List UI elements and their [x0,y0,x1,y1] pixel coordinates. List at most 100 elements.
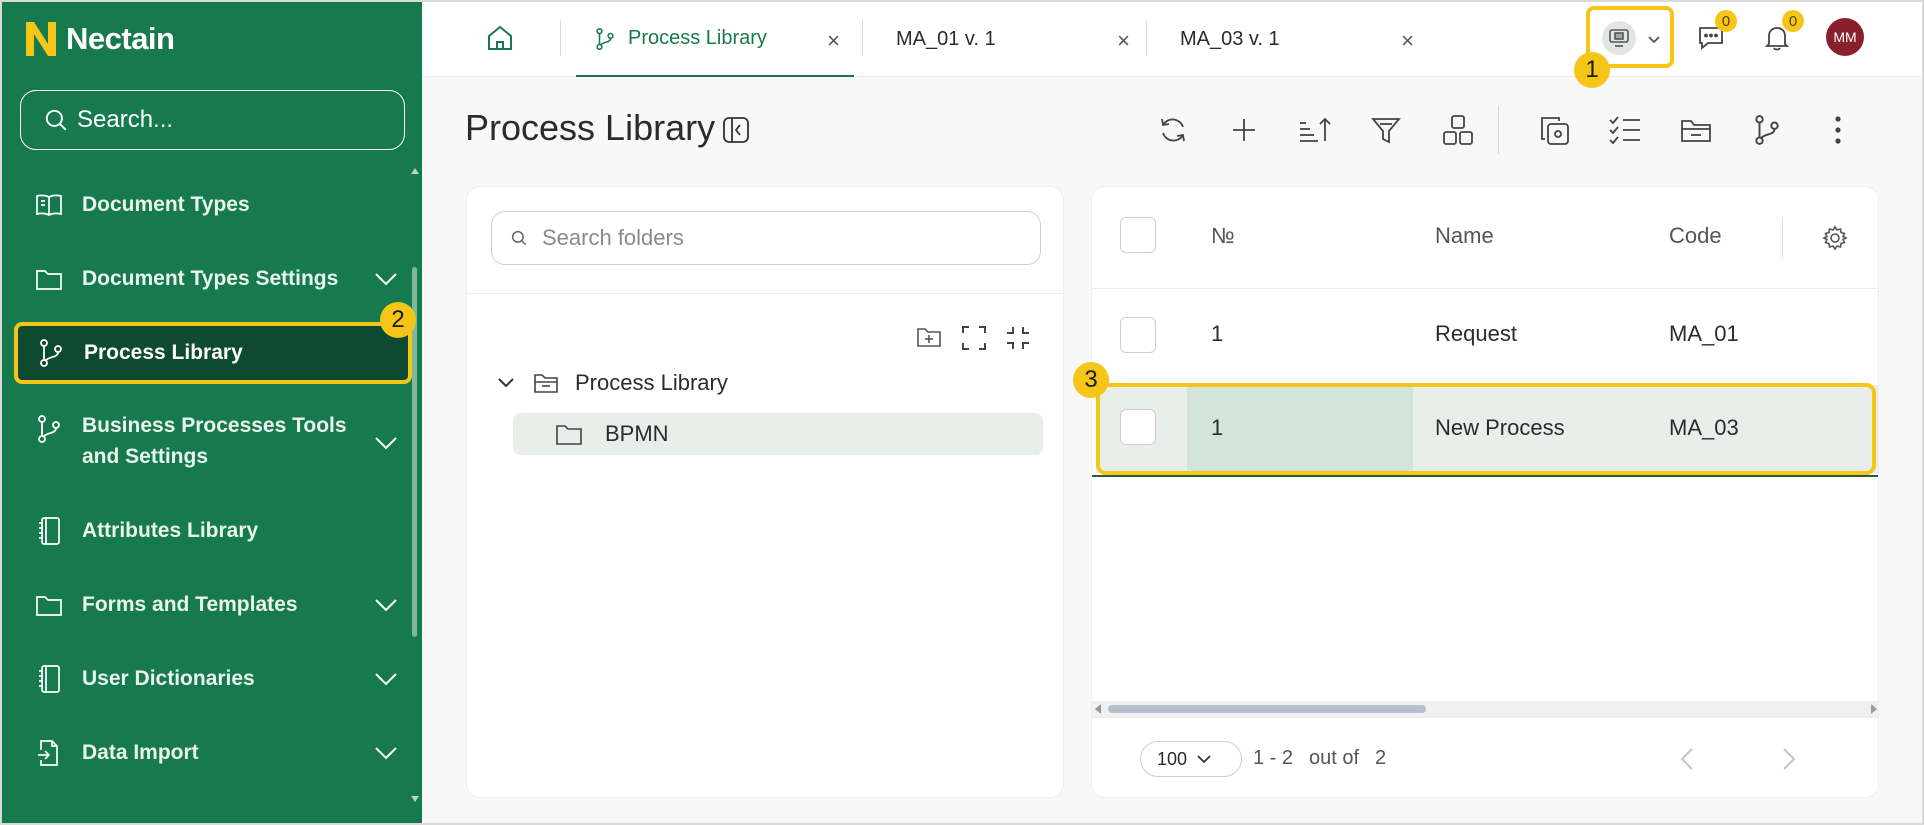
tree-node-root[interactable]: Process Library [497,367,728,399]
sort-ascending-icon [1300,117,1331,142]
collapse-icon[interactable] [1005,325,1031,351]
column-header-number[interactable]: № [1211,223,1235,249]
file-import-icon [34,738,64,768]
tree-node-label: Process Library [575,370,728,395]
git-branch-icon [34,414,64,444]
checklist-icon [1609,116,1640,145]
chevron-down-icon [1648,36,1660,44]
branch-button[interactable] [1749,112,1785,148]
tab-process-library[interactable]: Process Library × [576,2,854,77]
notebook-icon [34,664,64,694]
avatar[interactable]: MM [1826,18,1864,56]
sidebar-item-process-library[interactable]: Process Library [14,322,412,384]
close-icon[interactable]: × [1117,28,1130,54]
callout-marker-2: 2 [380,302,416,338]
previous-page-icon[interactable] [1680,747,1694,771]
sidebar-item-document-types[interactable]: Document Types [16,182,408,228]
git-branch-icon [1755,115,1779,145]
scroll-up-arrow[interactable] [411,168,419,174]
sidebar-collapse-icon[interactable] [721,115,751,145]
more-vertical-icon [1835,116,1841,144]
scrollbar-thumb[interactable] [1108,705,1426,713]
process-table: № Name Code 1 Request MA_01 1 New Proces… [1091,186,1879,798]
sidebar-item-label: Process Library [84,341,243,364]
brand[interactable]: Nectain [24,20,175,58]
tab-ma03[interactable]: MA_03 v. 1 × [1158,2,1428,77]
nectain-logo-icon [26,22,56,56]
chevron-down-icon[interactable] [497,377,515,389]
tree-node-bpmn[interactable]: BPMN [555,418,669,450]
sidebar-item-label: Business Processes Tools [82,414,347,437]
chevron-down-icon [1197,754,1211,763]
folder-search-placeholder: Search folders [542,225,684,250]
tab-ma01[interactable]: MA_01 v. 1 × [874,2,1144,77]
folder-panel: Search folders Process Library BPMN [466,186,1065,798]
refresh-button[interactable] [1155,112,1191,148]
sort-button[interactable] [1297,112,1333,148]
row-divider [1092,475,1878,477]
sidebar: Nectain Search... Document Types Documen… [2,2,422,823]
column-header-name[interactable]: Name [1435,223,1494,249]
tab-label: Process Library [628,27,767,49]
row-checkbox[interactable] [1120,317,1156,353]
sidebar-item-data-import[interactable]: Data Import [16,730,408,776]
scroll-down-arrow[interactable] [411,796,419,802]
checklist-button[interactable] [1607,112,1643,148]
tab-label: MA_03 v. 1 [1180,28,1280,50]
callout-marker-1: 1 [1574,52,1610,88]
sidebar-item-label: Document Types Settings [82,267,339,290]
sidebar-item-label: Attributes Library [82,519,259,542]
copy-settings-button[interactable] [1536,112,1572,148]
tab-separator [1146,20,1147,56]
footer-divider [1092,717,1878,718]
chevron-down-icon[interactable] [374,272,398,286]
sidebar-search-input[interactable]: Search... [20,90,405,150]
sidebar-item-document-types-settings[interactable]: Document Types Settings [16,256,408,302]
sidebar-item-business-processes-tools[interactable]: Business Processes Tools and Settings [16,410,408,476]
cell-code: MA_01 [1669,321,1739,346]
page-size-select[interactable]: 100 [1140,741,1242,777]
folder-icon [34,264,64,294]
notifications-badge: 0 [1782,10,1804,32]
next-page-icon[interactable] [1782,747,1796,771]
more-button[interactable] [1820,112,1856,148]
toolbar-separator [1498,106,1499,154]
sidebar-item-forms-and-templates[interactable]: Forms and Templates [16,582,408,628]
folder-search-input[interactable]: Search folders [491,211,1041,265]
close-icon[interactable]: × [1401,28,1414,54]
home-icon[interactable] [484,22,516,54]
pagination-range: 1 - 2 [1253,747,1294,769]
plus-icon [1233,119,1255,141]
grid-shapes-icon [1443,115,1473,145]
sidebar-item-user-dictionaries[interactable]: User Dictionaries [16,656,408,702]
chevron-down-icon[interactable] [374,598,398,612]
sidebar-item-label-line2: and Settings [82,445,209,468]
column-separator [1782,217,1783,259]
column-header-code[interactable]: Code [1669,223,1722,249]
chevron-down-icon[interactable] [374,746,398,760]
close-icon[interactable]: × [827,28,840,54]
add-button[interactable] [1226,112,1262,148]
expand-icon[interactable] [961,325,987,351]
scroll-left-arrow[interactable] [1095,704,1101,714]
folder-open-icon [534,374,558,393]
git-branch-icon [596,27,614,50]
table-row[interactable]: 1 Request MA_01 [1092,289,1878,383]
sidebar-item-label: Data Import [82,741,199,764]
filter-button[interactable] [1368,112,1404,148]
sidebar-item-attributes-library[interactable]: Attributes Library [16,508,408,554]
folder-icon [34,590,64,620]
chevron-down-icon[interactable] [374,436,398,450]
refresh-icon [1161,118,1185,142]
copy-gear-icon [1541,117,1569,145]
gear-icon[interactable] [1822,225,1848,251]
filter-icon [1371,118,1401,144]
chevron-down-icon[interactable] [374,672,398,686]
scroll-right-arrow[interactable] [1871,704,1877,714]
group-button[interactable] [1440,112,1476,148]
select-all-checkbox[interactable] [1120,217,1156,253]
add-folder-icon[interactable] [916,325,942,349]
monitor-icon [1609,29,1629,47]
archive-button[interactable] [1678,112,1714,148]
horizontal-scrollbar[interactable] [1092,701,1878,717]
